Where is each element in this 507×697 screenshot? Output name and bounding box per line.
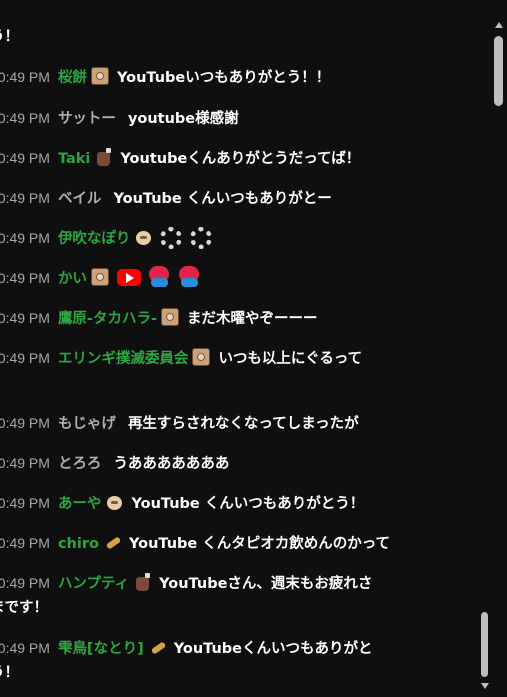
timestamp: 10:49 PM xyxy=(0,415,50,431)
heart-emoji-icon xyxy=(147,266,171,288)
scroll-down-arrow-icon[interactable] xyxy=(481,683,489,689)
author-name[interactable]: かい xyxy=(58,271,87,287)
timestamp: 10:49 PM xyxy=(0,190,50,206)
message-text: youtube様感謝 xyxy=(127,111,239,127)
page-scrollbar-thumb[interactable] xyxy=(494,36,503,106)
chat-message-continuation: う！ xyxy=(0,660,430,686)
chat-message-continuation: ？ xyxy=(0,370,430,396)
chat-message: 10:49 PM ベイル YouTube くんいつもありがとー xyxy=(0,185,430,212)
scroll-up-arrow-icon[interactable] xyxy=(495,22,503,28)
message-text: YouTube くんいつもありがとう！ xyxy=(131,496,365,512)
author-name[interactable]: 桜餅 xyxy=(58,70,87,86)
message-continuation: う！ xyxy=(0,665,19,681)
message-text: うあああああああ xyxy=(113,456,230,472)
member-badge-icon xyxy=(105,493,123,511)
timestamp: 10:49 PM xyxy=(0,310,50,326)
author-name[interactable]: ベイル xyxy=(58,191,102,207)
member-badge-icon xyxy=(134,228,152,246)
timestamp: 10:49 PM xyxy=(0,110,50,126)
chat-message: 10:49 PM 鷹原-タカハラ- まだ木曜やぞーーー xyxy=(0,305,430,332)
member-badge-icon xyxy=(148,638,166,656)
author-name[interactable]: chiro xyxy=(58,536,99,552)
chat-message: 10:49 PM とろろうあああああああ xyxy=(0,450,430,477)
chat-scrollbar[interactable] xyxy=(478,0,507,697)
message-text: 再生すらされなくなってしまったが xyxy=(127,416,359,432)
author-name[interactable]: あーや xyxy=(58,496,102,512)
timestamp: 10:49 PM xyxy=(0,575,50,591)
timestamp: 10:49 PM xyxy=(0,150,50,166)
chat-message: 10:49 PM 雫鳥[なとり] YouTubeくんいつもありがと xyxy=(0,635,430,662)
chat-message: 10:49 PM 桜餅 YouTubeいつもありがとう！！ xyxy=(0,64,430,91)
member-badge-icon xyxy=(90,67,109,85)
author-name[interactable]: サットー xyxy=(58,111,116,127)
message-text: Youtubeくんありがとうだってば！ xyxy=(120,151,361,167)
member-badge-icon xyxy=(160,308,179,326)
chat-message: 10:49 PM ハンプティ YouTubeさん、週末もお疲れさ xyxy=(0,570,430,597)
timestamp: 10:49 PM xyxy=(0,640,50,656)
chat-message: 10:49 PM もじゃげ再生すらされなくなってしまったが xyxy=(0,410,430,437)
author-name[interactable]: ハンプティ xyxy=(58,576,129,592)
chat-scrollbar-thumb[interactable] xyxy=(481,612,488,677)
chat-message: う！ xyxy=(0,24,430,50)
message-text: YouTube くんタピオカ飲めんのかって xyxy=(128,536,391,552)
chat-message: 10:49 PM かい xyxy=(0,265,430,292)
author-name[interactable]: エリンギ撲滅委員会 xyxy=(58,351,189,367)
chat-message: 10:49 PM サットー youtube様感謝 xyxy=(0,105,430,132)
member-badge-icon xyxy=(103,533,121,551)
author-name[interactable]: 雫鳥[なとり] xyxy=(58,641,144,657)
member-badge-icon xyxy=(90,268,109,286)
timestamp: 10:49 PM xyxy=(0,535,50,551)
chat-message: 10:49 PM Taki Youtubeくんありがとうだってば！ xyxy=(0,145,430,172)
timestamp: 10:49 PM xyxy=(0,455,50,471)
youtube-emoji-icon xyxy=(116,269,141,286)
chat-message: 10:49 PM エリンギ撲滅委員会 いつも以上にぐるって xyxy=(0,345,430,372)
heart-emoji-icon xyxy=(177,266,201,288)
author-name[interactable]: 鷹原-タカハラ- xyxy=(58,311,157,327)
timestamp: 10:49 PM xyxy=(0,230,50,246)
message-text: いつも以上にぐるって xyxy=(218,351,363,367)
chat-message: 10:49 PM chiro YouTube くんタピオカ飲めんのかって xyxy=(0,530,430,557)
author-name[interactable]: とろろ xyxy=(58,456,102,472)
message-continuation: まです！ xyxy=(0,600,48,616)
message-continuation: ？ xyxy=(0,375,5,391)
message-text: YouTubeくんいつもありがと xyxy=(173,641,373,657)
loading-emoji-icon xyxy=(190,227,213,249)
timestamp: 10:49 PM xyxy=(0,495,50,511)
chat-message: 10:49 PM あーや YouTube くんいつもありがとう！ xyxy=(0,490,430,517)
chat-message: 10:49 PM 伊吹なぽり xyxy=(0,225,430,252)
member-badge-icon xyxy=(94,148,112,166)
author-name[interactable]: Taki xyxy=(58,151,90,167)
timestamp: 10:49 PM xyxy=(0,350,50,366)
loading-emoji-icon xyxy=(160,227,183,249)
member-badge-icon xyxy=(192,348,211,366)
timestamp: 10:49 PM xyxy=(0,69,50,85)
message-text: YouTubeいつもありがとう！！ xyxy=(116,70,331,86)
message-text: YouTube くんいつもありがとー xyxy=(113,191,332,207)
live-chat-list: う！ 10:49 PM 桜餅 YouTubeいつもありがとう！！ 10:49 PM サ… xyxy=(0,0,478,697)
chat-message-continuation: まです！ xyxy=(0,595,430,621)
member-badge-icon xyxy=(133,573,151,591)
message-text: YouTubeさん、週末もお疲れさ xyxy=(159,576,373,592)
author-name[interactable]: もじゃげ xyxy=(58,416,116,432)
timestamp: 10:49 PM xyxy=(0,270,50,286)
author-name[interactable]: 伊吹なぽり xyxy=(58,231,131,247)
message-continuation: う！ xyxy=(0,29,19,45)
message-text: まだ木曜やぞーーー xyxy=(186,311,318,327)
